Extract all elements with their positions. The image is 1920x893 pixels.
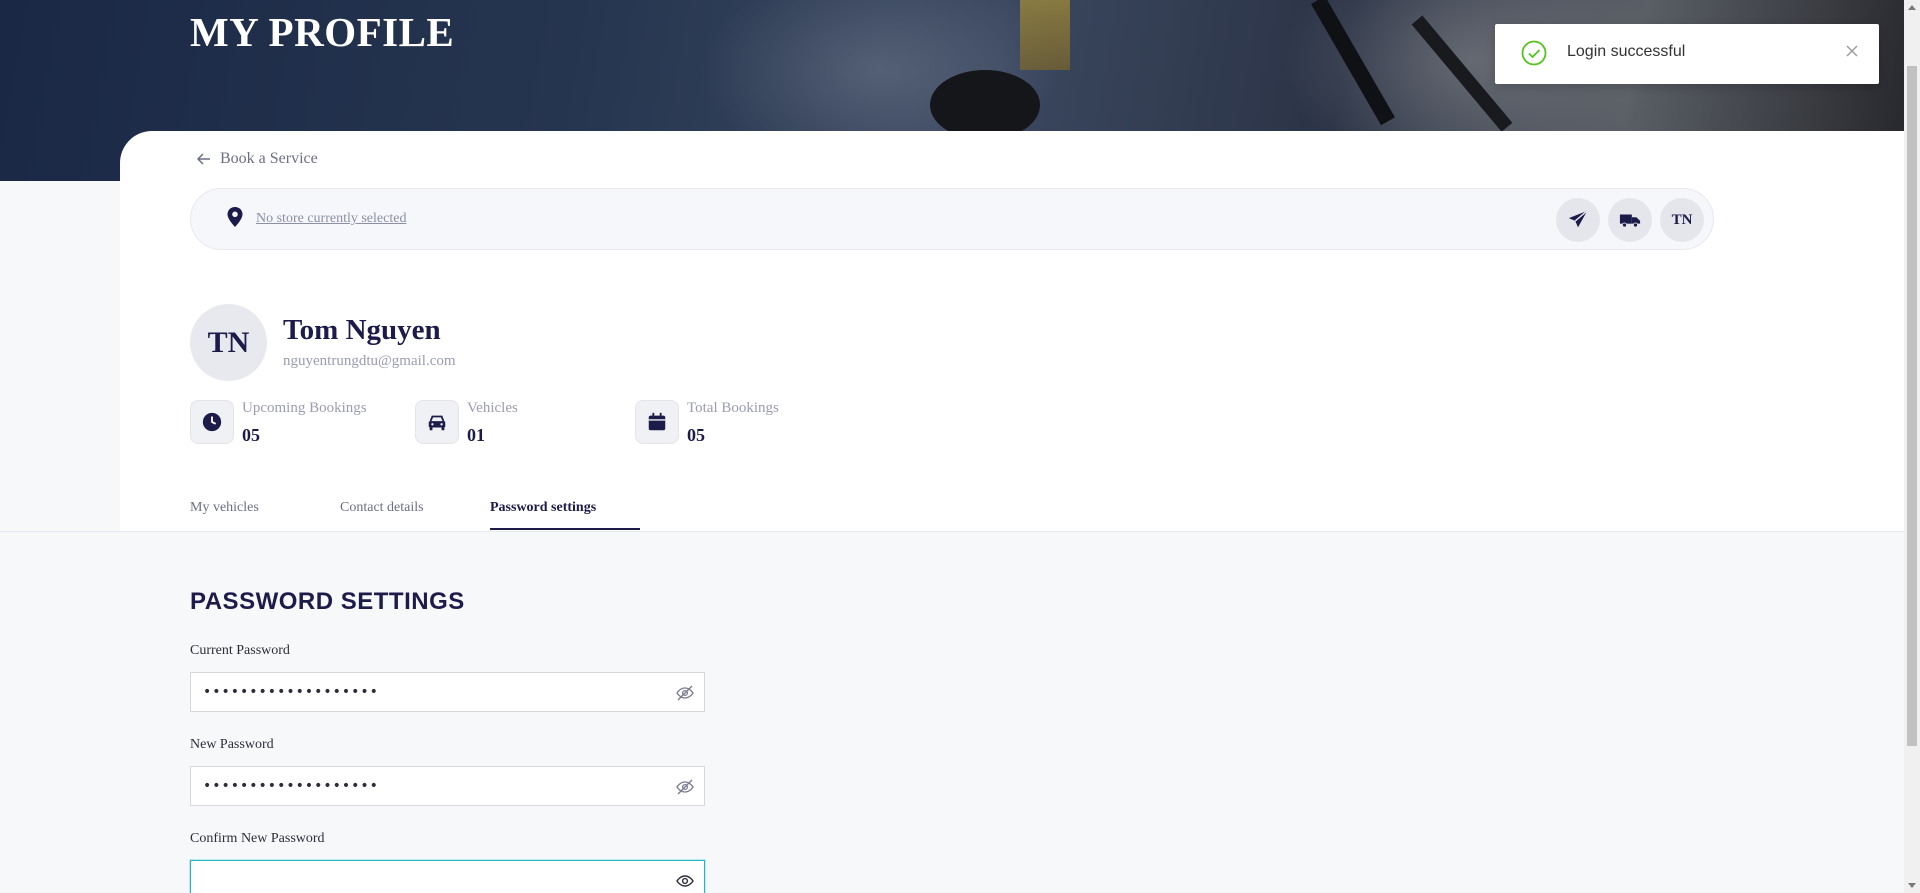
stat-label: Total Bookings xyxy=(687,400,779,416)
calendar-icon xyxy=(648,412,666,431)
back-link-label: Book a Service xyxy=(220,150,318,167)
stat-label: Vehicles xyxy=(467,400,518,416)
clock-icon xyxy=(202,412,222,432)
active-tab-indicator xyxy=(490,528,640,530)
confirm-password-label: Confirm New Password xyxy=(190,831,325,846)
current-password-field xyxy=(190,672,705,712)
avatar: TN xyxy=(190,304,267,381)
car-icon xyxy=(428,415,446,431)
stat-value: 05 xyxy=(242,425,260,445)
eye-icon[interactable] xyxy=(676,873,694,889)
user-menu-button[interactable]: TN xyxy=(1660,198,1704,242)
stat-value: 01 xyxy=(467,425,485,445)
confirm-password-input[interactable] xyxy=(191,861,671,893)
scrollbar-thumb[interactable] xyxy=(1907,66,1917,746)
new-password-input[interactable] xyxy=(191,767,671,805)
confirm-password-field xyxy=(190,860,705,893)
current-password-input[interactable] xyxy=(191,673,671,711)
back-to-booking-link[interactable]: Book a Service xyxy=(196,150,318,168)
current-password-label: Current Password xyxy=(190,643,290,658)
profile-tabs: My vehicles Contact details Password set… xyxy=(0,496,1904,532)
eye-off-icon[interactable] xyxy=(676,779,694,795)
send-icon xyxy=(1568,210,1588,228)
close-icon[interactable] xyxy=(1845,44,1859,58)
store-select-link[interactable]: No store currently selected xyxy=(256,211,406,227)
send-button[interactable] xyxy=(1556,198,1600,242)
new-password-field xyxy=(190,766,705,806)
eye-off-icon[interactable] xyxy=(676,685,694,701)
new-password-label: New Password xyxy=(190,737,274,752)
stat-value: 05 xyxy=(687,425,705,445)
location-pin-icon xyxy=(227,207,243,227)
stat-label: Upcoming Bookings xyxy=(242,400,367,416)
tab-my-vehicles[interactable]: My vehicles xyxy=(190,500,259,516)
tab-contact-details[interactable]: Contact details xyxy=(340,500,424,516)
scroll-up-arrow[interactable] xyxy=(1908,5,1916,10)
scroll-down-arrow[interactable] xyxy=(1908,883,1916,888)
section-title: PASSWORD SETTINGS xyxy=(190,588,465,615)
user-name: Tom Nguyen xyxy=(283,314,441,346)
page-title: MY PROFILE xyxy=(190,9,455,55)
login-success-toast: Login successful xyxy=(1495,24,1879,84)
page-scrollbar[interactable] xyxy=(1904,0,1920,893)
toast-message: Login successful xyxy=(1567,43,1686,60)
user-email: nguyentrungdtu@gmail.com xyxy=(283,353,456,369)
store-selector-bar: No store currently selected TN xyxy=(190,188,1714,250)
tab-password-settings[interactable]: Password settings xyxy=(490,500,596,516)
arrow-left-icon xyxy=(196,153,210,165)
truck-icon xyxy=(1619,214,1641,228)
vehicle-button[interactable] xyxy=(1608,198,1652,242)
check-circle-icon xyxy=(1521,40,1547,66)
